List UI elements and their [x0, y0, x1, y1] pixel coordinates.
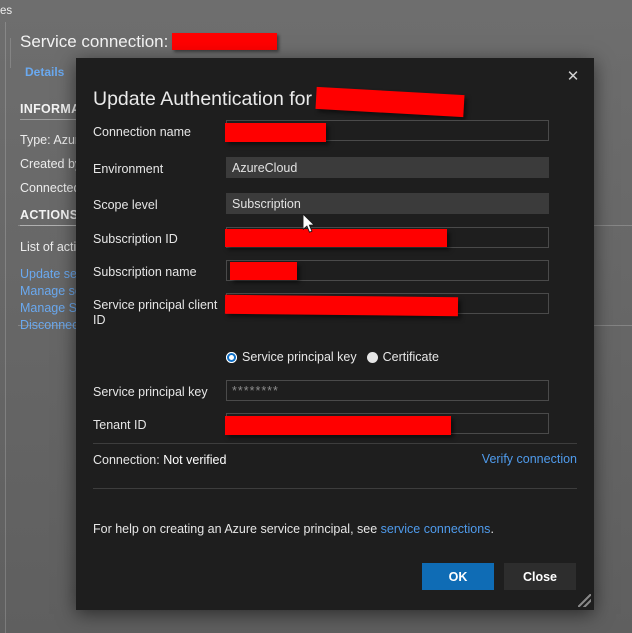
label-tenant-id: Tenant ID: [93, 418, 147, 432]
redaction-bar-dialog-title: [315, 86, 465, 118]
environment-input[interactable]: [226, 157, 549, 178]
close-icon[interactable]: ✕: [560, 64, 586, 88]
scope-level-input[interactable]: [226, 193, 549, 214]
control-subscription-name: [226, 260, 549, 281]
radio-label-certificate: Certificate: [382, 350, 439, 364]
radio-service-principal-key[interactable]: Service principal key: [226, 350, 357, 364]
action-link-update-service[interactable]: Update ser: [20, 267, 81, 281]
form-row-scope-level: Scope level: [76, 193, 594, 227]
control-subscription-id: [225, 227, 549, 248]
label-scope-level: Scope level: [93, 198, 158, 212]
connection-name-input[interactable]: [226, 120, 549, 141]
update-authentication-dialog: ✕ Update Authentication for Connection n…: [76, 58, 594, 610]
help-text-after: .: [490, 522, 494, 536]
page-title-label: Service connection:: [20, 32, 169, 51]
breadcrumb: es: [0, 5, 13, 17]
status-value: Not verified: [163, 453, 227, 467]
dialog-title: Update Authentication for: [93, 86, 465, 118]
form-row-subscription-name: Subscription name: [76, 260, 594, 293]
form-row-service-principal-key: Service principal key: [76, 380, 594, 413]
dialog-footer: OK Close: [76, 563, 576, 590]
radio-label-service-principal-key: Service principal key: [242, 350, 357, 364]
resize-grip[interactable]: [578, 594, 591, 607]
close-button[interactable]: Close: [504, 563, 576, 590]
service-principal-client-id-input[interactable]: [226, 293, 549, 314]
background-vertical-divider: [5, 22, 6, 633]
connection-status-strip: Connection: Not verified Verify connecti…: [93, 443, 577, 489]
help-text-before: For help on creating an Azure service pr…: [93, 522, 381, 536]
control-environment: [226, 157, 549, 178]
subscription-id-input[interactable]: [226, 227, 549, 248]
status-label: Connection:: [93, 453, 160, 467]
background-vertical-divider-secondary: [10, 38, 11, 68]
form-row-subscription-id: Subscription ID: [76, 227, 594, 260]
authentication-form: Connection name Environment Scope level …: [76, 120, 594, 333]
label-environment: Environment: [93, 162, 164, 176]
label-service-principal-client-id: Service principal client ID: [93, 298, 218, 327]
ok-button[interactable]: OK: [422, 563, 494, 590]
verify-connection-link[interactable]: Verify connection: [482, 452, 577, 466]
control-scope-level: [226, 193, 549, 214]
info-line-created-by: Created by: [20, 157, 82, 171]
form-row-service-principal-client-id: Service principal client ID: [76, 293, 594, 333]
control-connection-name: [225, 120, 549, 142]
label-subscription-id: Subscription ID: [93, 232, 178, 246]
redaction-bar-connection-name: [172, 33, 278, 51]
label-subscription-name: Subscription name: [93, 265, 197, 279]
radio-certificate[interactable]: Certificate: [366, 350, 439, 364]
action-link-manage-security[interactable]: Manage Se: [20, 301, 84, 315]
service-connections-link[interactable]: service connections: [381, 522, 491, 536]
dialog-title-label: Update Authentication for: [93, 88, 312, 111]
actions-intro-text: List of actio: [20, 240, 84, 254]
tab-details[interactable]: Details: [25, 65, 64, 79]
status-badge: Connection: Not verified: [93, 452, 293, 468]
auth-type-radio-group: Service principal key Certificate: [226, 350, 439, 364]
radio-unselected-icon: [366, 351, 378, 363]
label-service-principal-key: Service principal key: [93, 385, 208, 399]
control-service-principal-key: [226, 380, 549, 401]
page-title: Service connection:: [20, 32, 278, 52]
control-tenant-id: [225, 413, 549, 435]
subscription-name-input[interactable]: [226, 260, 549, 281]
tenant-id-input[interactable]: [226, 413, 549, 434]
form-row-connection-name: Connection name: [76, 120, 594, 157]
radio-selected-icon: [226, 351, 237, 363]
help-text: For help on creating an Azure service pr…: [93, 522, 494, 536]
control-service-principal-client-id: [224, 293, 549, 317]
info-line-connected: Connected: [20, 181, 81, 195]
form-row-environment: Environment: [76, 157, 594, 193]
label-connection-name: Connection name: [93, 125, 191, 139]
form-row-tenant-id: Tenant ID: [76, 413, 594, 446]
action-link-disconnect[interactable]: Disconnect: [20, 318, 82, 332]
section-heading-actions-label: ACTIONS: [20, 208, 79, 222]
service-principal-key-input[interactable]: [226, 380, 549, 401]
